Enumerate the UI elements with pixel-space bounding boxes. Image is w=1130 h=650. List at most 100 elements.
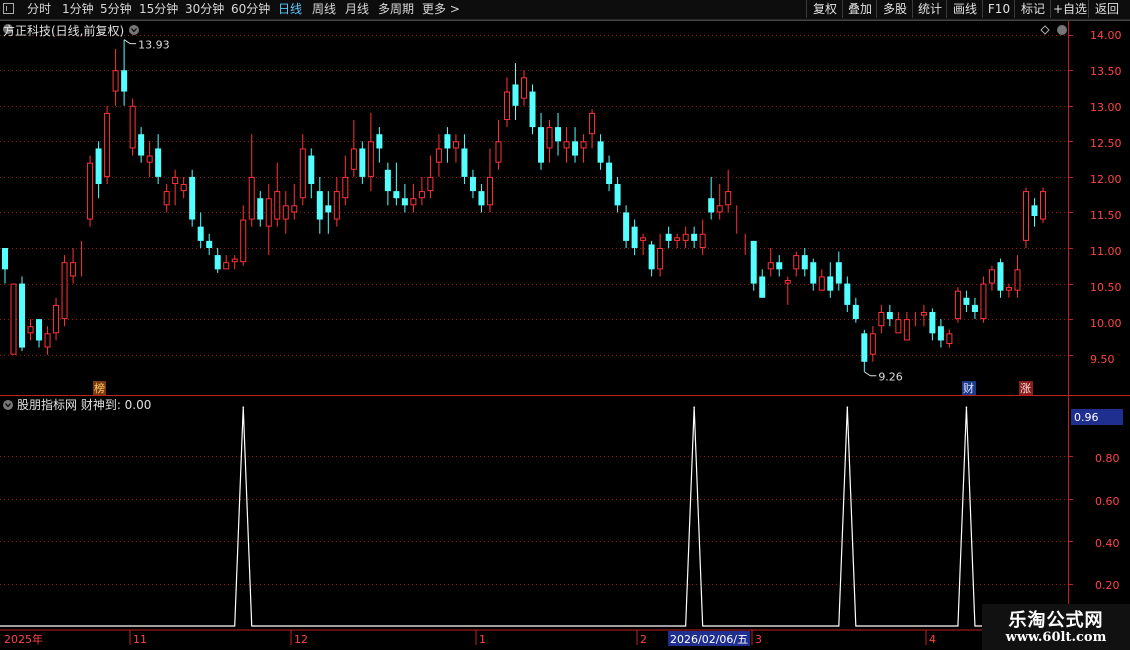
cai-marker[interactable]: 财 bbox=[963, 381, 974, 395]
period-monthly[interactable]: 月线 bbox=[345, 1, 369, 17]
candle-body bbox=[614, 184, 621, 206]
candle-body bbox=[299, 148, 306, 199]
candle-body bbox=[121, 70, 128, 92]
candle bbox=[665, 226, 672, 248]
candle-body bbox=[291, 205, 298, 213]
diamond-icon[interactable] bbox=[1040, 25, 1050, 35]
candle bbox=[27, 319, 34, 341]
candle-body bbox=[971, 304, 978, 312]
add-watchlist-button[interactable]: +自选 bbox=[1050, 0, 1089, 18]
back-button[interactable]: 返回 bbox=[1088, 0, 1125, 18]
candle-body bbox=[401, 198, 408, 206]
candle bbox=[180, 176, 187, 199]
period-5min[interactable]: 5分钟 bbox=[100, 1, 132, 17]
candle bbox=[903, 312, 910, 341]
candle-body bbox=[486, 176, 493, 206]
menu-icon[interactable] bbox=[3, 3, 14, 14]
candle-body bbox=[606, 162, 613, 184]
candle bbox=[971, 297, 978, 320]
candle-body bbox=[699, 233, 706, 248]
candle bbox=[657, 233, 664, 277]
candle bbox=[699, 219, 706, 256]
candle bbox=[572, 127, 579, 163]
candle-body bbox=[376, 134, 383, 149]
candle-body bbox=[350, 148, 357, 170]
candle-body bbox=[214, 255, 221, 270]
candle bbox=[1005, 283, 1012, 298]
draw-line-button[interactable]: 画线 bbox=[946, 0, 983, 18]
candle-body bbox=[954, 290, 961, 320]
f10-button[interactable]: F10 bbox=[982, 0, 1015, 18]
period-weekly[interactable]: 周线 bbox=[312, 1, 336, 17]
signal-line bbox=[0, 407, 1068, 627]
period-fenshi[interactable]: 分时 bbox=[27, 1, 51, 17]
candle bbox=[1040, 187, 1046, 224]
candle-body bbox=[163, 191, 170, 206]
candle bbox=[495, 120, 502, 170]
candle bbox=[129, 98, 136, 156]
candle bbox=[36, 319, 43, 348]
candle-body bbox=[529, 91, 536, 128]
period-60min[interactable]: 60分钟 bbox=[231, 1, 270, 17]
candle-body bbox=[36, 319, 43, 341]
indicator-menu-icon[interactable] bbox=[3, 400, 13, 410]
candle-body bbox=[410, 198, 417, 206]
period-more[interactable]: 更多 > bbox=[422, 1, 460, 17]
period-daily[interactable]: 日线 bbox=[278, 1, 302, 17]
candle-body bbox=[112, 70, 119, 92]
candle-body bbox=[827, 276, 834, 291]
price-tick: 13.50 bbox=[1090, 65, 1122, 78]
period-30min[interactable]: 30分钟 bbox=[185, 1, 224, 17]
fuquan-button[interactable]: 复权 bbox=[806, 0, 843, 18]
bang-marker[interactable]: 榜 bbox=[94, 381, 105, 395]
candle bbox=[401, 184, 408, 213]
candle-body bbox=[435, 148, 442, 163]
kline-chart[interactable]: 方正科技(日线,前复权) 股朋指标网 财神到: 0.00 13.93 9.26 … bbox=[0, 20, 1130, 650]
candle-body bbox=[674, 237, 681, 241]
candle bbox=[708, 176, 715, 220]
multi-stock-button[interactable]: 多股 bbox=[876, 0, 913, 18]
candle-body bbox=[623, 212, 630, 241]
candle-body bbox=[61, 262, 68, 320]
candle-body bbox=[929, 312, 936, 334]
candle bbox=[121, 39, 128, 106]
candle bbox=[546, 120, 553, 163]
candle-body bbox=[512, 84, 519, 106]
zhang-marker[interactable]: 涨 bbox=[1020, 382, 1031, 395]
candle-body bbox=[104, 112, 111, 177]
candle bbox=[946, 329, 953, 348]
candle bbox=[980, 276, 987, 323]
date-tick: 4 bbox=[929, 633, 936, 646]
candle-body bbox=[333, 191, 340, 220]
statistics-button[interactable]: 统计 bbox=[912, 0, 947, 18]
candle bbox=[861, 329, 868, 372]
candle bbox=[163, 184, 170, 213]
candle-body bbox=[503, 91, 510, 121]
overlay-button[interactable]: 叠加 bbox=[842, 0, 877, 18]
candle-body bbox=[793, 255, 800, 270]
candle bbox=[10, 283, 17, 355]
candle-body bbox=[631, 226, 638, 248]
candle-body bbox=[231, 258, 238, 263]
title-dropdown-icon[interactable] bbox=[129, 25, 139, 35]
period-15min[interactable]: 15分钟 bbox=[139, 1, 178, 17]
candle bbox=[70, 248, 77, 284]
min-price-arrow bbox=[864, 371, 877, 377]
candle bbox=[606, 155, 613, 192]
candle bbox=[793, 251, 800, 277]
candle bbox=[308, 148, 315, 199]
candle-body bbox=[469, 176, 476, 192]
candle-body bbox=[223, 262, 230, 270]
candle-body bbox=[810, 262, 817, 284]
candle-body bbox=[197, 226, 204, 241]
period-1min[interactable]: 1分钟 bbox=[62, 1, 94, 17]
period-multi[interactable]: 多周期 bbox=[378, 1, 414, 17]
candle-body bbox=[129, 105, 136, 149]
candle-body bbox=[861, 333, 868, 362]
mark-button[interactable]: 标记 bbox=[1014, 0, 1051, 18]
settings-dot-icon[interactable] bbox=[1057, 25, 1067, 35]
candle-body bbox=[19, 283, 26, 348]
candle-body bbox=[869, 333, 876, 355]
candle bbox=[801, 248, 808, 277]
candle-body bbox=[1040, 191, 1046, 220]
